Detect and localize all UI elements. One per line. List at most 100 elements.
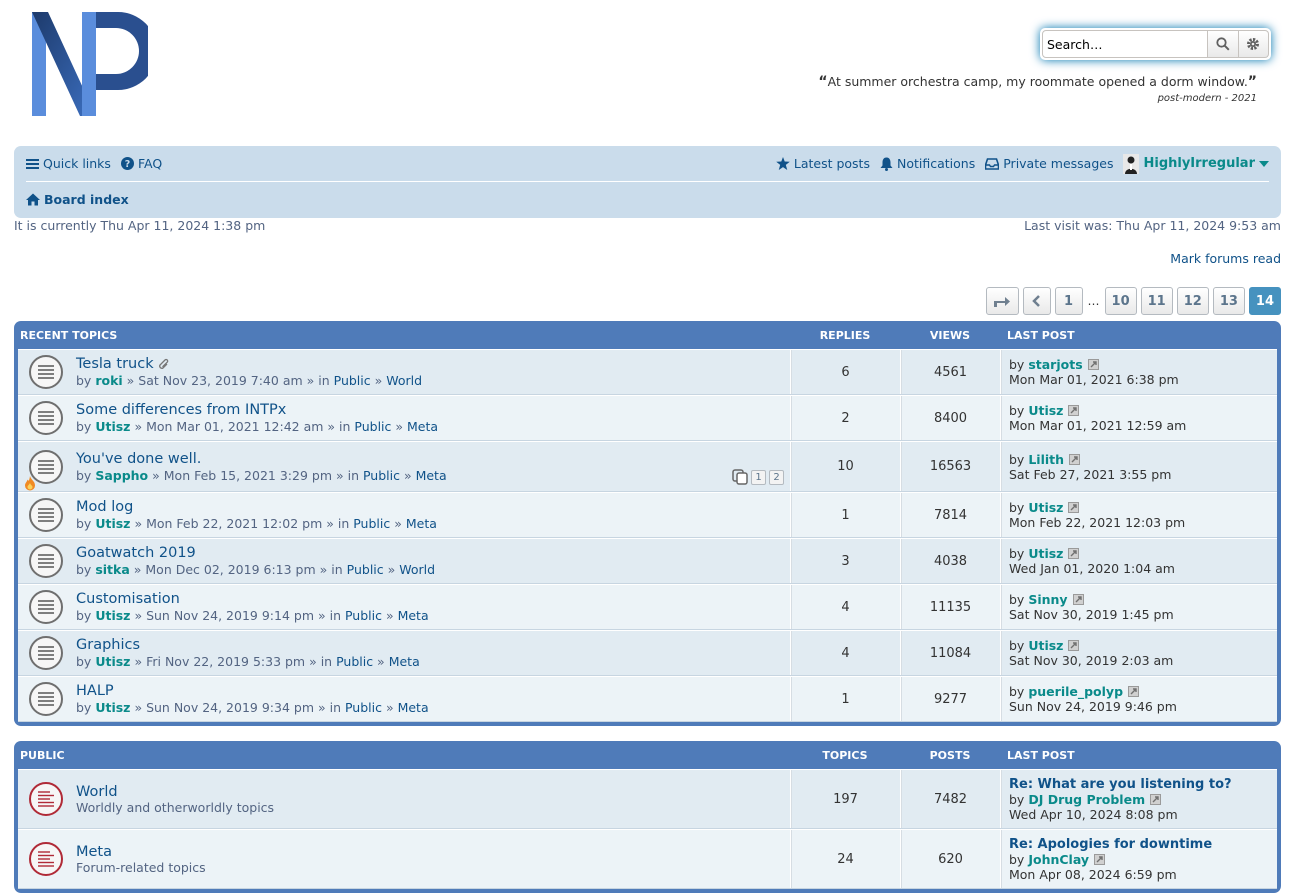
forum-link[interactable]: Public — [345, 700, 382, 715]
page-10-button[interactable]: 10 — [1104, 287, 1137, 315]
page-11-button[interactable]: 11 — [1140, 287, 1173, 315]
view-latest-icon[interactable] — [1128, 686, 1140, 697]
view-latest-icon[interactable] — [1068, 405, 1080, 416]
notifications-link[interactable]: Notifications — [880, 156, 975, 171]
topic-page-1-button[interactable]: 1 — [751, 469, 766, 485]
forum-link[interactable]: Public — [353, 516, 390, 531]
view-latest-icon[interactable] — [1068, 548, 1080, 559]
topic-read-icon — [28, 681, 64, 717]
topic-author-link[interactable]: roki — [95, 373, 122, 388]
page-13-button[interactable]: 13 — [1212, 287, 1245, 315]
subforum-link[interactable]: Meta — [416, 468, 447, 483]
topic-author-link[interactable]: Utisz — [95, 608, 130, 623]
forum-link[interactable]: Public — [334, 373, 371, 388]
topic-title-cell: Goatwatch 2019 by sitka » Mon Dec 02, 20… — [18, 539, 790, 583]
multi-page-icon — [732, 469, 748, 485]
topic-read-icon — [28, 400, 64, 436]
topic-title-link[interactable]: You've done well. — [76, 451, 201, 467]
quote-author: post-modern - 2021 — [1157, 93, 1257, 104]
last-post-author-link[interactable]: Lilith — [1028, 452, 1064, 467]
forum-title-cell: Meta Forum-related topics — [18, 830, 790, 888]
topic-page-2-button[interactable]: 2 — [769, 469, 784, 485]
last-post-author-link[interactable]: starjots — [1028, 357, 1082, 372]
page-12-button[interactable]: 12 — [1176, 287, 1209, 315]
view-latest-icon[interactable] — [1069, 453, 1081, 465]
search-button[interactable] — [1208, 30, 1239, 58]
search-input[interactable] — [1042, 30, 1208, 58]
view-latest-icon[interactable] — [1087, 359, 1099, 370]
site-logo[interactable] — [30, 10, 148, 118]
topic-title-link[interactable]: HALP — [76, 683, 114, 699]
latest-posts-link[interactable]: Latest posts — [776, 156, 870, 171]
forum-link[interactable]: Public — [347, 562, 384, 577]
last-post-title-link[interactable]: Re: What are you listening to? — [1009, 777, 1269, 792]
topic-title-link[interactable]: Customisation — [76, 591, 180, 607]
last-post-author-link[interactable]: JohnClay — [1028, 852, 1089, 867]
topic-author-link[interactable]: Sappho — [95, 468, 148, 483]
forum-link[interactable]: Public — [345, 608, 382, 623]
topic-meta: by sitka » Mon Dec 02, 2019 6:13 pm » in… — [76, 562, 436, 577]
page-1-button[interactable]: 1 — [1054, 287, 1083, 315]
topic-author-link[interactable]: Utisz — [95, 516, 130, 531]
last-post-author-link[interactable]: puerile_polyp — [1028, 684, 1123, 699]
topic-row: Mod log by Utisz » Mon Feb 22, 2021 12:0… — [18, 492, 1277, 538]
view-latest-icon[interactable] — [1068, 502, 1080, 513]
topic-title-link[interactable]: Goatwatch 2019 — [76, 545, 196, 561]
previous-page-button[interactable] — [1022, 287, 1051, 315]
subforum-link[interactable]: Meta — [398, 700, 429, 715]
view-latest-icon[interactable] — [1150, 793, 1162, 805]
topic-meta: by Utisz » Mon Mar 01, 2021 12:42 am » i… — [76, 419, 439, 434]
last-post-author-link[interactable]: Utisz — [1028, 500, 1063, 515]
public-heading[interactable]: Public — [18, 749, 790, 762]
forum-link[interactable]: Public — [336, 654, 373, 669]
last-post-title-link[interactable]: Re: Apologies for downtime — [1009, 837, 1269, 852]
topic-author-link[interactable]: sitka — [95, 562, 129, 577]
caret-down-icon — [1259, 160, 1269, 167]
topic-date: Mon Feb 15, 2021 3:29 pm — [163, 467, 332, 483]
topic-title-link[interactable]: Some differences from INTPx — [76, 402, 286, 418]
mark-forums-read-link[interactable]: Mark forums read — [1170, 251, 1281, 266]
topic-row: Tesla truck by roki » Sat Nov 23, 2019 7… — [18, 349, 1277, 395]
breadcrumb-board-index[interactable]: Board index — [26, 192, 129, 207]
advanced-search-button[interactable] — [1238, 30, 1269, 58]
topic-meta: by Utisz » Sun Nov 24, 2019 9:14 pm » in… — [76, 608, 429, 623]
last-post-author-link[interactable]: Utisz — [1028, 546, 1063, 561]
topic-title-link[interactable]: Mod log — [76, 499, 133, 515]
subforum-link[interactable]: World — [399, 562, 435, 577]
topic-date: Mon Feb 22, 2021 12:02 pm — [146, 516, 323, 531]
forum-title-link[interactable]: World — [76, 784, 118, 800]
last-post-cell: by Sinny Sat Nov 30, 2019 1:45 pm — [1000, 585, 1277, 629]
last-post-cell: by Utisz Mon Mar 01, 2021 12:59 am — [1000, 396, 1277, 440]
forum-title-link[interactable]: Meta — [76, 844, 112, 860]
subforum-link[interactable]: Meta — [407, 419, 438, 434]
last-post-author-link[interactable]: Sinny — [1028, 592, 1067, 607]
view-latest-icon[interactable] — [1072, 594, 1084, 605]
view-latest-icon[interactable] — [1094, 853, 1106, 865]
topic-title-cell: You've done well. by Sappho » Mon Feb 15… — [18, 442, 790, 491]
topic-author-link[interactable]: Utisz — [95, 419, 130, 434]
quick-links-label: Quick links — [43, 156, 111, 171]
view-latest-icon[interactable] — [1068, 640, 1080, 651]
subforum-link[interactable]: World — [386, 373, 422, 388]
quick-links-menu[interactable]: Quick links — [26, 156, 111, 171]
topic-title-link[interactable]: Graphics — [76, 637, 140, 653]
last-post-author-link[interactable]: DJ Drug Problem — [1028, 792, 1145, 807]
private-messages-link[interactable]: Private messages — [985, 156, 1113, 171]
topic-title-link[interactable]: Tesla truck — [76, 356, 154, 372]
jump-to-page-button[interactable] — [985, 287, 1019, 315]
faq-link[interactable]: ? FAQ — [120, 156, 162, 171]
last-post-column-header: Last post — [1007, 748, 1075, 762]
subforum-link[interactable]: Meta — [406, 516, 437, 531]
topic-title-cell: HALP by Utisz » Sun Nov 24, 2019 9:34 pm… — [18, 677, 790, 721]
user-menu[interactable]: HighlyIrregular — [1123, 153, 1269, 174]
forum-link[interactable]: Public — [354, 419, 391, 434]
last-post-author-link[interactable]: Utisz — [1028, 403, 1063, 418]
topic-author-link[interactable]: Utisz — [95, 700, 130, 715]
forum-link[interactable]: Public — [363, 468, 400, 483]
last-post-author-link[interactable]: Utisz — [1028, 638, 1063, 653]
topics-count: 24 — [790, 830, 900, 888]
topic-author-link[interactable]: Utisz — [95, 654, 130, 669]
subforum-link[interactable]: Meta — [389, 654, 420, 669]
quote-text: “At summer orchestra camp, my roommate o… — [818, 74, 1257, 90]
subforum-link[interactable]: Meta — [398, 608, 429, 623]
